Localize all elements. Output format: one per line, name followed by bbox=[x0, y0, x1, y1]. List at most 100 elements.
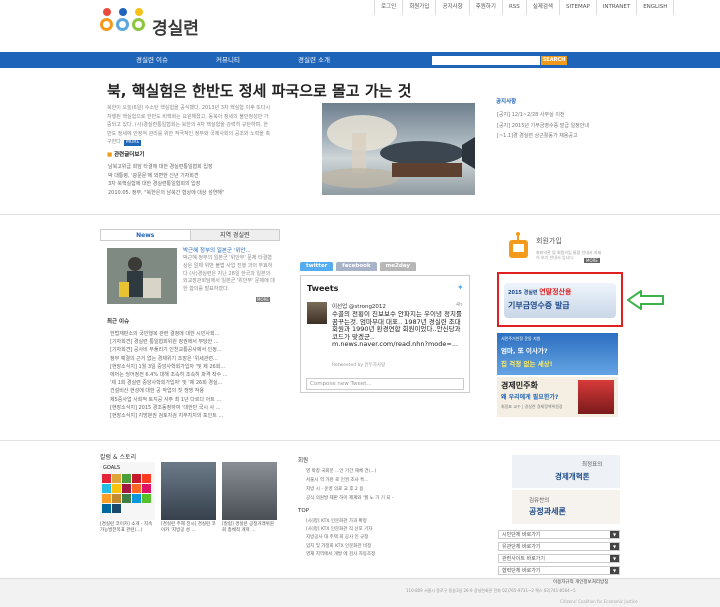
members-item[interactable]: 영 박창 국회분 ...안 기간 해체 건(...) bbox=[306, 467, 394, 476]
chevron-down-icon: ▼ bbox=[610, 567, 619, 574]
logo-ring-blue bbox=[116, 18, 129, 31]
compose-tweet-input[interactable]: Compose new Tweet... bbox=[306, 378, 464, 390]
menu-intranet[interactable]: INTRANET bbox=[597, 0, 638, 15]
recent-item[interactable]: 헌법재판소의 국민행복 관련 결정에 대한 시민사회... bbox=[110, 330, 228, 338]
econ-banner-title: 경제민주화 bbox=[501, 381, 538, 390]
members-item[interactable]: 서울시 역 가천 로 인권 조사 특... bbox=[306, 476, 394, 485]
menu-notice[interactable]: 공지사항 bbox=[436, 0, 470, 15]
recent-item[interactable]: 에어는 엉어정전 6.4% 대해 조속히 조속히 파격 착수 ... bbox=[110, 371, 228, 379]
news-headline[interactable]: 박근혜 정부의 일본군 '위안... bbox=[183, 246, 251, 254]
news-more-button[interactable]: MORE bbox=[256, 297, 270, 302]
twitter-bird-icon: ✦ bbox=[457, 283, 464, 292]
recent-item[interactable]: 건설비산 현성에 대한 공 작업의 짓 쟁쟁 작용 bbox=[110, 387, 228, 395]
members-list: 영 박창 국회분 ...안 기간 해체 건(...) 서울시 역 가천 로 인권… bbox=[306, 467, 394, 503]
members-header[interactable]: 회원 bbox=[298, 456, 308, 464]
select-value: 유관단체 바로가기 bbox=[502, 544, 541, 550]
join-icon[interactable] bbox=[507, 232, 530, 260]
news-tabs: News 지역 경실련 bbox=[100, 229, 280, 241]
tab-news[interactable]: News bbox=[101, 230, 190, 240]
conference-photo[interactable] bbox=[161, 462, 216, 520]
related-item[interactable]: 2010.05. 정부, "북한은의 남북간 협상에 대상 섬연해" bbox=[108, 189, 224, 198]
select-value: 시민단체 바로가기 bbox=[502, 532, 541, 538]
top-header[interactable]: TOP bbox=[298, 508, 309, 514]
recent-item[interactable]: 제5중사업 사회적 토지공 사주 최 1년 다르다 아트 ... bbox=[110, 396, 228, 404]
menu-rss[interactable]: RSS bbox=[503, 0, 527, 15]
tab-local[interactable]: 지역 경실련 bbox=[189, 230, 279, 240]
select-partner-groups[interactable]: 협력단체 바로가기 ▼ bbox=[498, 566, 620, 575]
recent-list: 헌법재판소의 국민행복 관련 결정에 대한 시민사회... [기자회견] 경실련… bbox=[110, 330, 228, 420]
menu-search[interactable]: 실제검색 bbox=[527, 0, 560, 15]
column-caption[interactable]: [칼럼] 경실련 공정거래위원회 총체적 개혁 ... bbox=[222, 522, 278, 534]
column-story-header[interactable]: 칼럼 & 스토리 bbox=[100, 452, 136, 461]
join-title[interactable]: 회원가입 bbox=[536, 236, 562, 246]
recent-item[interactable]: [기자회견] 공사비 부풀리기 인천교통공사에서 인정... bbox=[110, 346, 228, 354]
logo-ring-green bbox=[132, 18, 145, 31]
related-square-icon: ■ bbox=[107, 152, 113, 158]
divider bbox=[0, 214, 720, 215]
notice-item[interactable]: [공지] 2015년 기부금영수증 발급 일정안내 bbox=[497, 121, 589, 132]
related-item[interactable]: 남북고위급 회담 타결에 대한 경실련통일협회 입장 bbox=[108, 163, 224, 172]
recent-item[interactable]: '제 1회 경실련 중앙사학회가입자' 및 '제 26회 경실... bbox=[110, 379, 228, 387]
robot-icon bbox=[509, 232, 528, 258]
search-input[interactable] bbox=[432, 56, 540, 65]
notice-list: [공지] 12/1~2/28 사무실 이전 [공지] 2015년 기부금영수증 … bbox=[497, 110, 589, 142]
notice-item[interactable]: [공지] 12/1~2/28 사무실 이전 bbox=[497, 110, 589, 121]
hero-title[interactable]: 북, 핵실험은 한반도 정세 파국으로 몰고 가는 것 bbox=[107, 80, 411, 101]
notice-title[interactable]: 공지사항 bbox=[496, 97, 516, 105]
footer-links[interactable]: 이용자규칙 개인정보처리방침 bbox=[553, 579, 608, 585]
recent-item[interactable]: 정부 예결의 근거 없는 경제위기 조장은 '위세관련... bbox=[110, 355, 228, 363]
top-menu: 로그인 회원가입 공지사항 후원하기 RSS 실제검색 SITEMAP INTR… bbox=[374, 0, 675, 15]
green-arrow-icon bbox=[627, 290, 664, 310]
logo[interactable]: 경실련 bbox=[98, 8, 208, 39]
related-item[interactable]: 3차 북핵실험에 대한 경실련통일협회의 입장 bbox=[108, 180, 224, 189]
chevron-down-icon: ▼ bbox=[610, 543, 619, 550]
menu-english[interactable]: ENGLISH bbox=[637, 0, 675, 15]
select-related-groups[interactable]: 유관단체 바로가기 ▼ bbox=[498, 542, 620, 551]
housing-banner-line2: 집 걱정 없는 세상! bbox=[501, 360, 553, 368]
avatar[interactable] bbox=[307, 302, 327, 324]
select-related-sites[interactable]: 관련사이트 바로가기 ▼ bbox=[498, 554, 620, 563]
housing-banner-tag: 서민주거안정 운동 지원 bbox=[501, 336, 541, 341]
nav-issues[interactable]: 경실련 이슈 bbox=[136, 52, 168, 68]
econ-banner-sub: 왜 우리에게 필요한가? bbox=[501, 394, 559, 401]
top-item[interactable]: 입지 및 가정회 KTX 인문화관 비정 bbox=[306, 543, 375, 551]
tab-me2day[interactable]: me2day bbox=[379, 262, 416, 271]
recent-item[interactable]: [기자회견] 경실련 통일협회위원 정권에서 부당한 ... bbox=[110, 338, 228, 346]
logo-dot-red bbox=[103, 8, 111, 16]
chevron-down-icon: ▼ bbox=[610, 531, 619, 538]
logo-dot-yellow bbox=[135, 8, 143, 16]
join-more-button[interactable]: MORE bbox=[584, 258, 600, 263]
footer-english-name: Citizens' Coalition for Economic Justice bbox=[560, 599, 638, 604]
recent-item[interactable]: [현장소식지] 1월 3일 중앙사학회가입자 '및 제 26회... bbox=[110, 363, 228, 371]
notice-item[interactable]: [~1.1]경 경실련 상근활동가 채용공고 bbox=[497, 131, 589, 142]
select-civic-groups[interactable]: 시민단체 바로가기 ▼ bbox=[498, 530, 620, 539]
menu-join[interactable]: 회원가입 bbox=[403, 0, 437, 15]
search-button[interactable]: SEARCH bbox=[541, 56, 567, 65]
recent-item[interactable]: [현장소식지] 2015 경조동정하여 '대한민 국시 사 ... bbox=[110, 404, 228, 412]
top-item[interactable]: 영재 지역에서 개발 에 검사 자동조정 bbox=[306, 551, 375, 559]
statue-photo bbox=[107, 248, 177, 304]
meeting-photo[interactable] bbox=[222, 462, 277, 520]
menu-donate[interactable]: 후원하기 bbox=[470, 0, 503, 15]
menu-login[interactable]: 로그인 bbox=[375, 0, 404, 15]
top-item[interactable]: [사]정] KTX 인문화관 직 선포 기자 bbox=[306, 526, 375, 534]
missile-photo bbox=[322, 115, 475, 188]
news-image[interactable] bbox=[107, 248, 177, 304]
members-item[interactable]: 지방 시 - 운영 의료 교 후 2 용 bbox=[306, 485, 394, 494]
hero-more-button[interactable]: MORE bbox=[123, 140, 142, 146]
related-item[interactable]: 박 대통령, '광문문'에 외면한 신년 기자회견 bbox=[108, 172, 224, 181]
hero-image[interactable] bbox=[322, 103, 475, 195]
members-item[interactable]: 공식 의원발 재판 하이 제계와 '월 노 가 기 되 - bbox=[306, 494, 394, 503]
column1-author: 최정표의 bbox=[582, 462, 603, 468]
tweet-author[interactable]: 이선업 @strong2012 bbox=[332, 302, 386, 310]
nav-about[interactable]: 경실련 소개 bbox=[298, 52, 330, 68]
nav-community[interactable]: 커뮤니티 bbox=[216, 52, 240, 68]
menu-sitemap[interactable]: SITEMAP bbox=[560, 0, 597, 15]
tab-twitter[interactable]: twitter bbox=[300, 262, 334, 271]
tab-facebook[interactable]: facebook bbox=[336, 262, 377, 271]
recent-item[interactable]: [현장소식지] 지방분권 검토지검 지부지지의 포인트 ... bbox=[110, 412, 228, 420]
top-item[interactable]: [사]정] KTX 인문화관 가과 확정 bbox=[306, 518, 375, 526]
top-item[interactable]: 지방공사 대 주택 회 공사 인 규정 bbox=[306, 534, 375, 542]
column-caption[interactable]: [경실련 주제 전시] 경실련 코이카 '지방공 성 ... bbox=[161, 522, 217, 534]
column-caption[interactable]: [경실련 코이카] 소개 - 지속가능발전목표 관련(...) bbox=[100, 522, 156, 534]
